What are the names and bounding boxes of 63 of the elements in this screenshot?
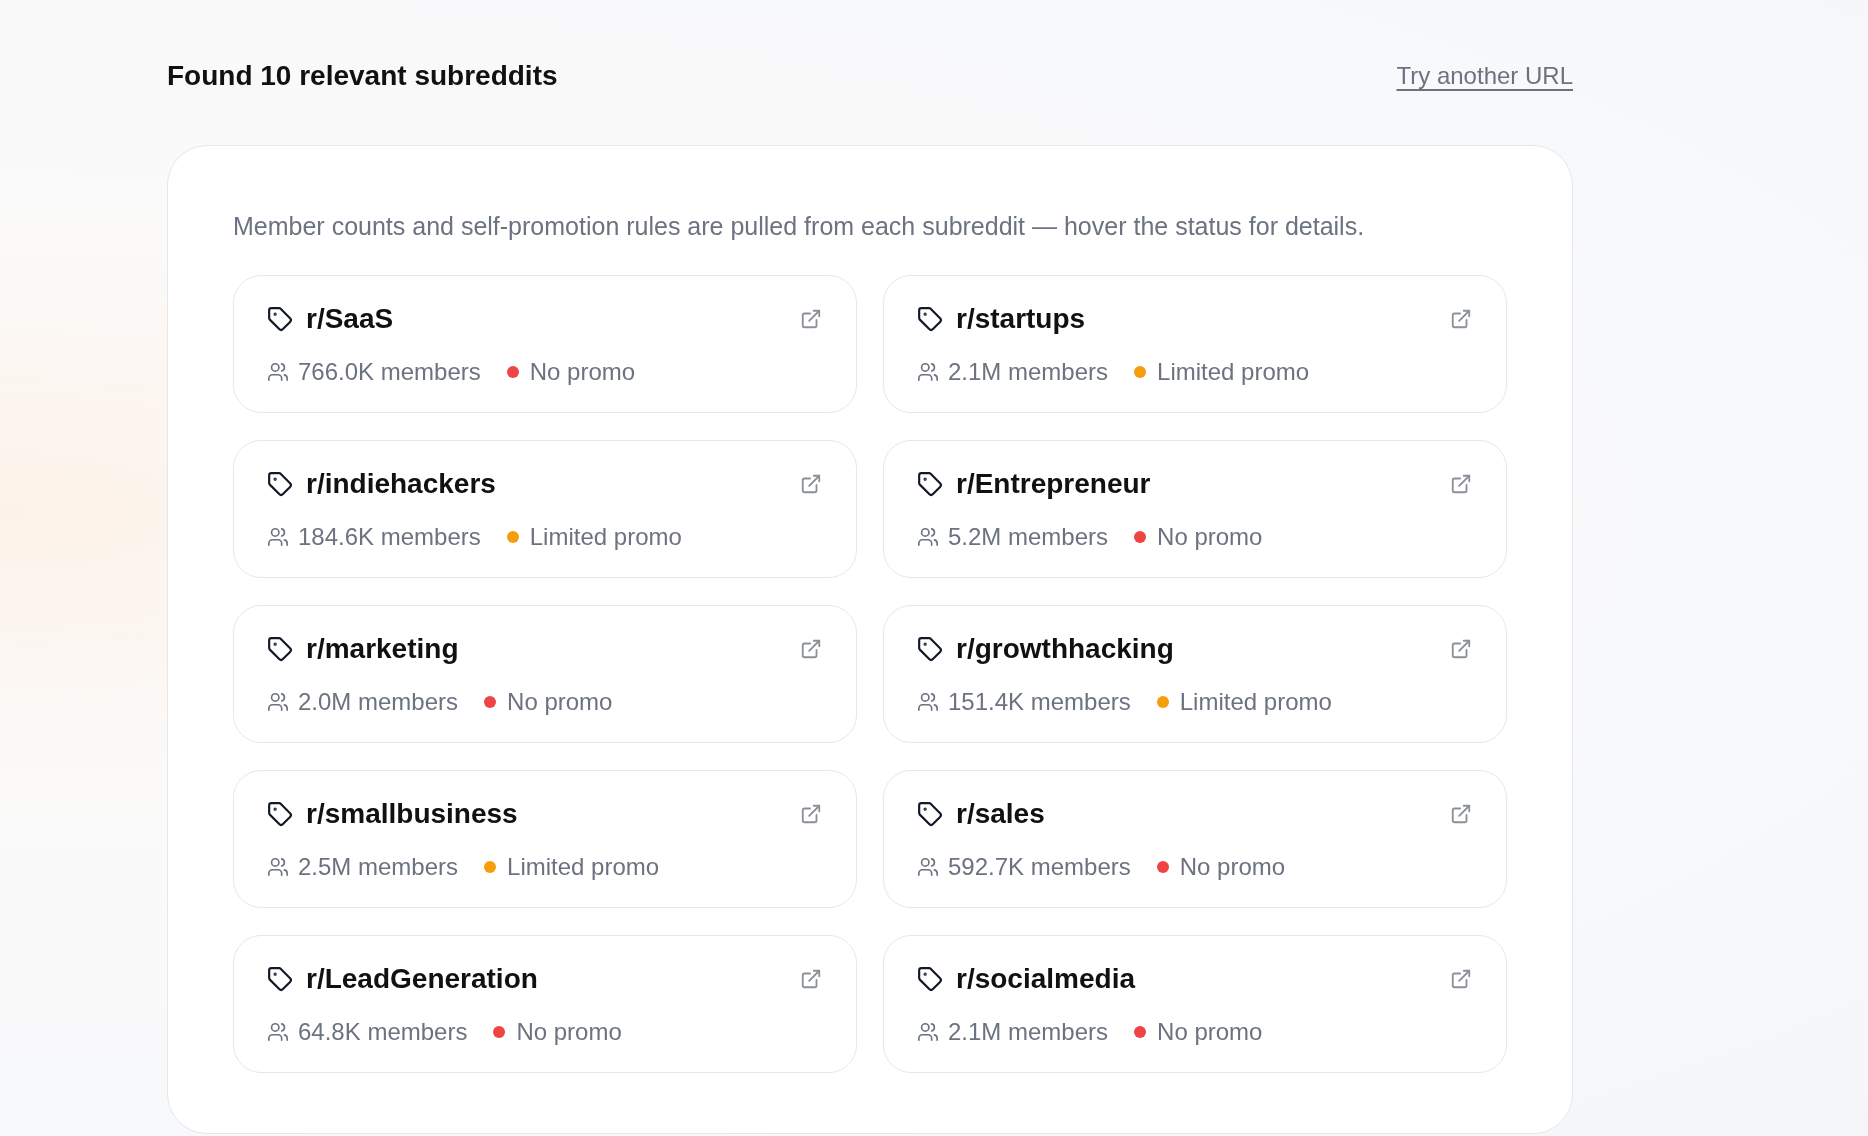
subreddit-name: r/growthhacking — [956, 632, 1174, 666]
members-icon — [267, 361, 289, 383]
subreddit-name: r/sales — [956, 797, 1045, 831]
tag-icon — [267, 966, 293, 992]
member-count: 592.7K members — [948, 852, 1131, 882]
external-link-icon[interactable] — [800, 968, 822, 990]
member-count: 2.1M members — [948, 1017, 1109, 1047]
promo-status: No promo — [1157, 1017, 1263, 1047]
members-icon — [267, 1021, 289, 1043]
promo-status: No promo — [1157, 522, 1263, 552]
tag-icon — [267, 306, 293, 332]
members-icon — [917, 526, 939, 548]
promo-status: Limited promo — [1179, 687, 1332, 717]
member-count: 2.0M members — [298, 687, 459, 717]
members-icon — [917, 856, 939, 878]
tag-icon — [917, 636, 943, 662]
subreddit-name: r/smallbusiness — [306, 797, 518, 831]
external-link-icon[interactable] — [1450, 308, 1472, 330]
subreddit-name: r/LeadGeneration — [306, 962, 538, 996]
promo-status: Limited promo — [507, 852, 660, 882]
subreddit-name: r/indiehackers — [306, 467, 496, 501]
promo-status: No promo — [529, 357, 636, 387]
member-count: 5.2M members — [948, 522, 1109, 552]
tag-icon — [917, 966, 943, 992]
member-count: 184.6K members — [298, 522, 481, 552]
member-count: 2.1M members — [948, 357, 1109, 387]
promo-status: Limited promo — [529, 522, 682, 552]
external-link-icon[interactable] — [800, 803, 822, 825]
external-link-icon[interactable] — [1450, 803, 1472, 825]
tag-icon — [917, 306, 943, 332]
subreddit-name: r/Entrepreneur — [956, 467, 1151, 501]
members-icon — [917, 361, 939, 383]
tag-icon — [917, 471, 943, 497]
member-count: 2.5M members — [298, 852, 459, 882]
subreddit-name: r/startups — [956, 302, 1086, 336]
promo-status: No promo — [1179, 852, 1286, 882]
member-count: 151.4K members — [948, 687, 1131, 717]
promo-status: No promo — [516, 1017, 622, 1047]
subreddit-name: r/SaaS — [306, 302, 394, 336]
tag-icon — [267, 636, 293, 662]
external-link-icon[interactable] — [800, 308, 822, 330]
member-count: 64.8K members — [298, 1017, 468, 1047]
member-count: 766.0K members — [298, 357, 481, 387]
members-icon — [917, 1021, 939, 1043]
tag-icon — [917, 801, 943, 827]
subreddit-name: r/socialmedia — [956, 962, 1135, 996]
subreddit-name: r/marketing — [306, 632, 459, 666]
external-link-icon[interactable] — [1450, 638, 1472, 660]
members-icon — [267, 856, 289, 878]
results-heading: Found 10 relevant subreddits — [167, 59, 558, 93]
tag-icon — [267, 801, 293, 827]
try-another-url-link[interactable]: Try another URL — [1396, 61, 1573, 91]
external-link-icon[interactable] — [1450, 968, 1472, 990]
members-icon — [267, 526, 289, 548]
external-link-icon[interactable] — [800, 473, 822, 495]
promo-status: Limited promo — [1157, 357, 1310, 387]
promo-status: No promo — [507, 687, 613, 717]
members-icon — [267, 691, 289, 713]
description-text: Member counts and self-promotion rules are pulled from each subreddit — hover the status for details. — [233, 211, 1365, 241]
tag-icon — [267, 471, 293, 497]
external-link-icon[interactable] — [800, 638, 822, 660]
members-icon — [917, 691, 939, 713]
external-link-icon[interactable] — [1450, 473, 1472, 495]
